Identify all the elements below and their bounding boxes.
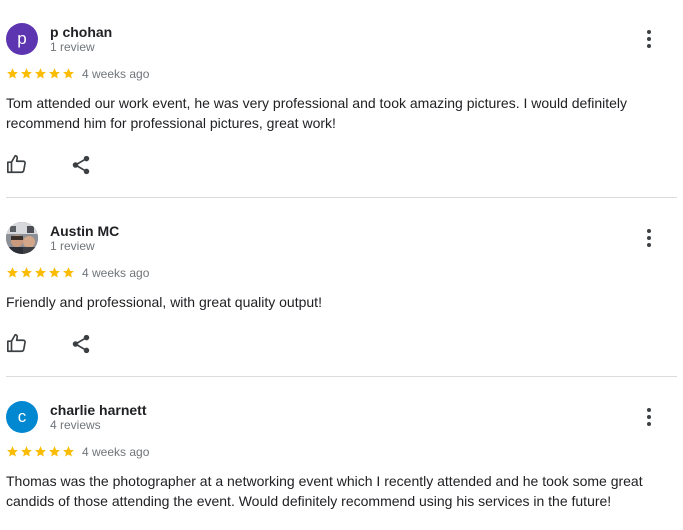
review-date: 4 weeks ago (82, 67, 150, 81)
thumbs-up-icon (7, 154, 26, 174)
more-options-icon[interactable] (637, 226, 661, 250)
star-icon (7, 68, 18, 79)
share-button[interactable] (70, 333, 92, 355)
share-icon (72, 334, 90, 354)
star-icon (49, 68, 60, 79)
review-text: Tom attended our work event, he was very… (6, 95, 627, 131)
reviewer-name[interactable]: charlie harnett (50, 402, 146, 418)
review-date: 4 weeks ago (82, 445, 150, 459)
star-rating (6, 67, 75, 81)
review-date: 4 weeks ago (82, 266, 150, 280)
reviewer-name[interactable]: p chohan (50, 24, 112, 40)
avatar-photo (6, 222, 38, 254)
star-icon (21, 267, 32, 278)
star-icon (35, 267, 46, 278)
reviewer-avatar[interactable] (6, 222, 38, 254)
star-icon (21, 68, 32, 79)
star-icon (49, 267, 60, 278)
share-button[interactable] (70, 154, 92, 176)
review-text: Friendly and professional, with great qu… (6, 294, 322, 310)
reviewer-name[interactable]: Austin MC (50, 223, 119, 239)
share-icon (72, 155, 90, 175)
divider (6, 376, 677, 377)
review-count: 1 review (50, 239, 95, 253)
avatar-letter: p (17, 29, 27, 48)
thumbs-up-icon (7, 333, 26, 353)
like-button[interactable] (6, 153, 28, 175)
star-icon (35, 68, 46, 79)
star-icon (35, 446, 46, 457)
review-count: 4 reviews (50, 418, 101, 432)
star-rating (6, 445, 75, 459)
more-options-icon[interactable] (637, 27, 661, 51)
review-count: 1 review (50, 40, 95, 54)
star-icon (49, 446, 60, 457)
star-icon (7, 446, 18, 457)
star-icon (21, 446, 32, 457)
reviewer-avatar[interactable]: c (6, 401, 38, 433)
star-rating (6, 266, 75, 280)
star-icon (63, 446, 74, 457)
avatar-letter: c (17, 407, 27, 426)
divider (6, 197, 677, 198)
review-text: Thomas was the photographer at a network… (6, 473, 643, 509)
star-icon (63, 267, 74, 278)
star-icon (63, 68, 74, 79)
reviewer-avatar[interactable]: p (6, 23, 38, 55)
more-options-icon[interactable] (637, 405, 661, 429)
like-button[interactable] (6, 332, 28, 354)
star-icon (7, 267, 18, 278)
